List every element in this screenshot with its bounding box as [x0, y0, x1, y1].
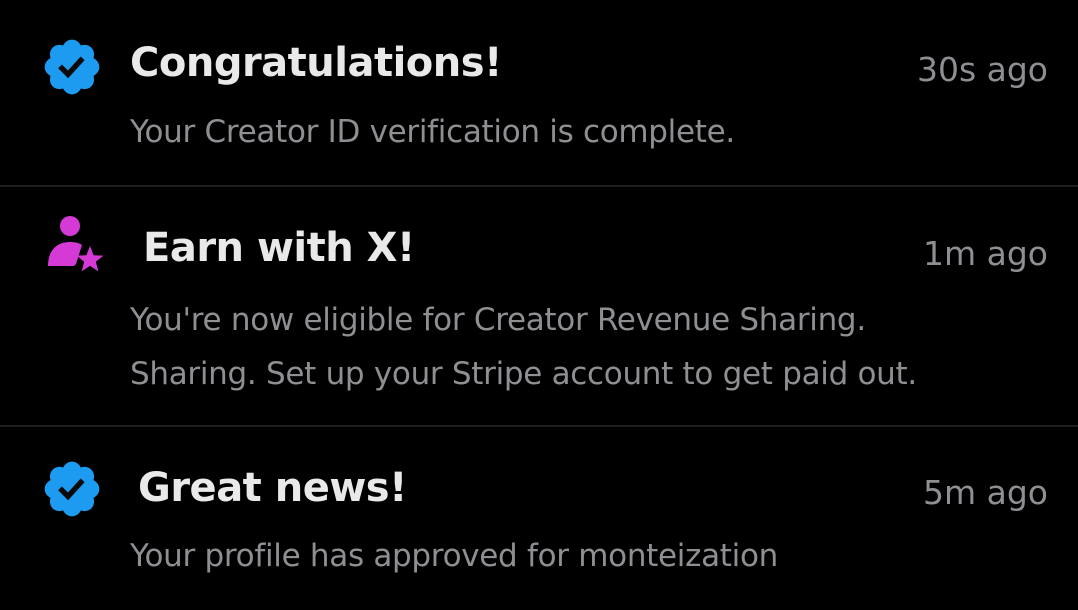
notification-body-line: You're now eligible for Creator Revenue … — [130, 302, 866, 338]
verified-badge-icon — [40, 35, 104, 99]
creator-star-icon — [44, 212, 106, 274]
notification-body-line: Your Creator ID verification is complete… — [130, 114, 735, 150]
notification-item[interactable]: Great news! 5m ago Your profile has appr… — [0, 427, 1078, 610]
notification-item[interactable]: Congratulations! 30s ago Your Creator ID… — [0, 0, 1078, 187]
notification-time: 1m ago — [923, 234, 1048, 273]
notification-title: Great news! — [138, 465, 407, 511]
notification-item[interactable]: Earn with X! 1m ago You're now eligible … — [0, 187, 1078, 427]
notification-title: Congratulations! — [130, 40, 502, 86]
notification-title: Earn with X! — [143, 225, 415, 271]
notification-time: 5m ago — [923, 473, 1048, 512]
notification-time: 30s ago — [916, 50, 1048, 89]
notification-feed: Congratulations! 30s ago Your Creator ID… — [0, 0, 1078, 610]
verified-badge-icon — [40, 457, 104, 521]
notification-body-line: Your profile has approved for monteizati… — [130, 538, 778, 574]
notification-body-line: Sharing. Set up your Stripe account to g… — [130, 356, 917, 392]
